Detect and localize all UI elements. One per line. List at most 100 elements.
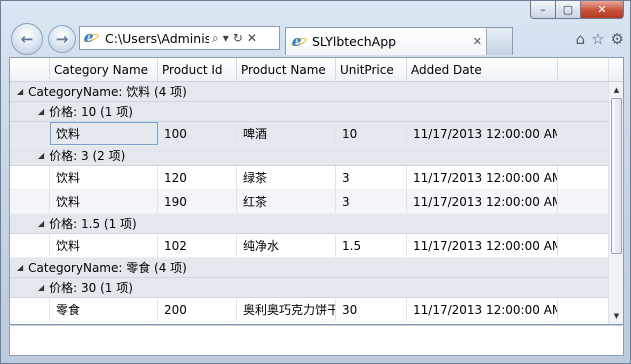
cell-product-id[interactable]: 100 — [158, 122, 237, 145]
expand-arrow-icon[interactable]: ◢ — [38, 107, 44, 116]
minimize-button[interactable]: – — [530, 1, 556, 19]
gear-icon[interactable]: ⚙ — [611, 30, 624, 48]
cell-product-id[interactable]: 200 — [158, 298, 237, 321]
group-label: 价格: 3 (2 项) — [49, 149, 126, 163]
group-label: 价格: 1.5 (1 项) — [49, 217, 137, 231]
page-content: Category Name Product Id Product Name Un… — [9, 57, 624, 325]
cell-category-name[interactable]: 饮料 — [50, 190, 158, 213]
cell-product-name[interactable]: 纯净水 — [237, 234, 336, 257]
cell-product-name[interactable]: 红茶 — [237, 190, 336, 213]
favorites-star-icon[interactable]: ☆ — [591, 30, 604, 48]
column-header-product-id[interactable]: Product Id — [158, 58, 237, 81]
table-row[interactable]: 饮料 102 纯净水 1.5 11/17/2013 12:00:00 AM — [10, 234, 608, 258]
column-header-product-name[interactable]: Product Name — [237, 58, 336, 81]
row-indent — [10, 298, 50, 321]
group-header-price[interactable]: ◢ 价格: 3 (2 项) — [10, 146, 608, 166]
address-input[interactable]: C:\Users\Administ — [105, 31, 209, 46]
cell-added-date[interactable]: 11/17/2013 12:00:00 AM — [407, 166, 558, 189]
address-controls: ⌕ ▾ ↻ ✕ — [212, 31, 257, 46]
home-icon[interactable]: ⌂ — [576, 30, 586, 48]
row-filler — [558, 298, 608, 321]
cell-product-name[interactable]: 绿茶 — [237, 166, 336, 189]
group-label: CategoryName: 零食 (4 项) — [28, 261, 187, 275]
column-header-added-date[interactable]: Added Date — [407, 58, 558, 81]
row-filler — [558, 234, 608, 257]
expand-arrow-icon[interactable]: ◢ — [17, 87, 23, 96]
cell-added-date[interactable]: 11/17/2013 12:00:00 AM — [407, 190, 558, 213]
header-indent — [10, 58, 50, 81]
expand-arrow-icon[interactable]: ◢ — [38, 283, 44, 292]
refresh-icon[interactable]: ↻ — [233, 31, 243, 45]
browser-window: – ▢ ✕ ← → e C:\Users\Administ ⌕ ▾ ↻ ✕ e … — [0, 0, 631, 364]
cell-category-name[interactable]: 饮料 — [50, 166, 158, 189]
scroll-thumb[interactable] — [611, 98, 622, 254]
column-header-unit-price[interactable]: UnitPrice — [336, 58, 407, 81]
cell-category-name[interactable]: 饮料 — [50, 234, 158, 257]
tab-close-icon[interactable]: ✕ — [473, 35, 482, 48]
group-header-category[interactable]: ◢ CategoryName: 饮料 (4 项) — [10, 82, 608, 102]
cell-unit-price[interactable]: 1.5 — [336, 234, 407, 257]
cell-product-id[interactable]: 102 — [158, 234, 237, 257]
back-arrow-icon: ← — [20, 30, 34, 48]
tab-slylbtechapp[interactable]: e SLYlbtechApp ✕ — [285, 27, 513, 55]
group-header-price[interactable]: ◢ 价格: 30 (1 项) — [10, 278, 608, 298]
header-corner — [608, 58, 623, 82]
forward-arrow-icon: → — [55, 30, 69, 48]
tab-title: SLYlbtechApp — [312, 34, 397, 49]
forward-button[interactable]: → — [48, 25, 76, 53]
scroll-up-icon[interactable]: ▲ — [609, 84, 623, 96]
stop-icon[interactable]: ✕ — [247, 31, 257, 45]
cell-unit-price[interactable]: 3 — [336, 190, 407, 213]
row-indent — [10, 190, 50, 213]
cell-product-name[interactable]: 奥利奥巧克力饼干 — [237, 298, 336, 321]
row-indent — [10, 122, 50, 145]
cell-product-name[interactable]: 啤酒 — [237, 122, 336, 145]
row-filler — [558, 122, 608, 145]
table-row[interactable]: 饮料 100 啤酒 10 11/17/2013 12:00:00 AM — [10, 122, 608, 146]
cell-unit-price[interactable]: 30 — [336, 298, 407, 321]
group-header-price[interactable]: ◢ 价格: 10 (1 项) — [10, 102, 608, 122]
grid-header: Category Name Product Id Product Name Un… — [10, 58, 608, 82]
row-indent — [10, 166, 50, 189]
ie-page-icon: e — [82, 28, 100, 46]
cell-unit-price[interactable]: 10 — [336, 122, 407, 145]
group-label: 价格: 10 (1 项) — [49, 105, 133, 119]
group-header-price[interactable]: ◢ 价格: 1.5 (1 项) — [10, 214, 608, 234]
row-filler — [558, 166, 608, 189]
maximize-button[interactable]: ▢ — [555, 1, 581, 19]
cell-product-id[interactable]: 120 — [158, 166, 237, 189]
expand-arrow-icon[interactable]: ◢ — [38, 151, 44, 160]
group-label: CategoryName: 饮料 (4 项) — [28, 85, 187, 99]
cell-added-date[interactable]: 11/17/2013 12:00:00 AM — [407, 234, 558, 257]
toolbar-icons: ⌂ ☆ ⚙ — [576, 30, 624, 48]
scroll-down-icon[interactable]: ▼ — [609, 310, 623, 322]
page-bottom-area — [9, 326, 624, 356]
cell-added-date[interactable]: 11/17/2013 12:00:00 AM — [407, 122, 558, 145]
ie-tab-icon: e — [290, 32, 308, 50]
close-window-button[interactable]: ✕ — [580, 1, 624, 19]
data-grid[interactable]: Category Name Product Id Product Name Un… — [10, 58, 608, 324]
search-icon[interactable]: ⌕ — [212, 31, 219, 46]
vertical-scrollbar[interactable]: ▲ ▼ — [608, 82, 623, 324]
column-header-filler — [558, 58, 608, 81]
new-tab-button[interactable] — [486, 28, 512, 55]
caption-buttons: – ▢ ✕ — [530, 1, 624, 21]
row-filler — [558, 190, 608, 213]
expand-arrow-icon[interactable]: ◢ — [38, 219, 44, 228]
table-row[interactable]: 零食 200 奥利奥巧克力饼干 30 11/17/2013 12:00:00 A… — [10, 298, 608, 322]
expand-arrow-icon[interactable]: ◢ — [17, 263, 23, 272]
back-button[interactable]: ← — [11, 23, 43, 55]
group-header-category[interactable]: ◢ CategoryName: 零食 (4 项) — [10, 258, 608, 278]
address-bar[interactable]: e C:\Users\Administ ⌕ ▾ ↻ ✕ — [79, 26, 280, 50]
cell-category-name[interactable]: 零食 — [50, 298, 158, 321]
row-indent — [10, 234, 50, 257]
table-row[interactable]: 饮料 190 红茶 3 11/17/2013 12:00:00 AM — [10, 190, 608, 214]
dropdown-icon[interactable]: ▾ — [223, 31, 229, 45]
cell-unit-price[interactable]: 3 — [336, 166, 407, 189]
cell-category-name[interactable]: 饮料 — [50, 122, 158, 145]
cell-product-id[interactable]: 190 — [158, 190, 237, 213]
group-label: 价格: 30 (1 项) — [49, 281, 133, 295]
table-row[interactable]: 饮料 120 绿茶 3 11/17/2013 12:00:00 AM — [10, 166, 608, 190]
cell-added-date[interactable]: 11/17/2013 12:00:00 AM — [407, 298, 558, 321]
column-header-category-name[interactable]: Category Name — [50, 58, 158, 81]
